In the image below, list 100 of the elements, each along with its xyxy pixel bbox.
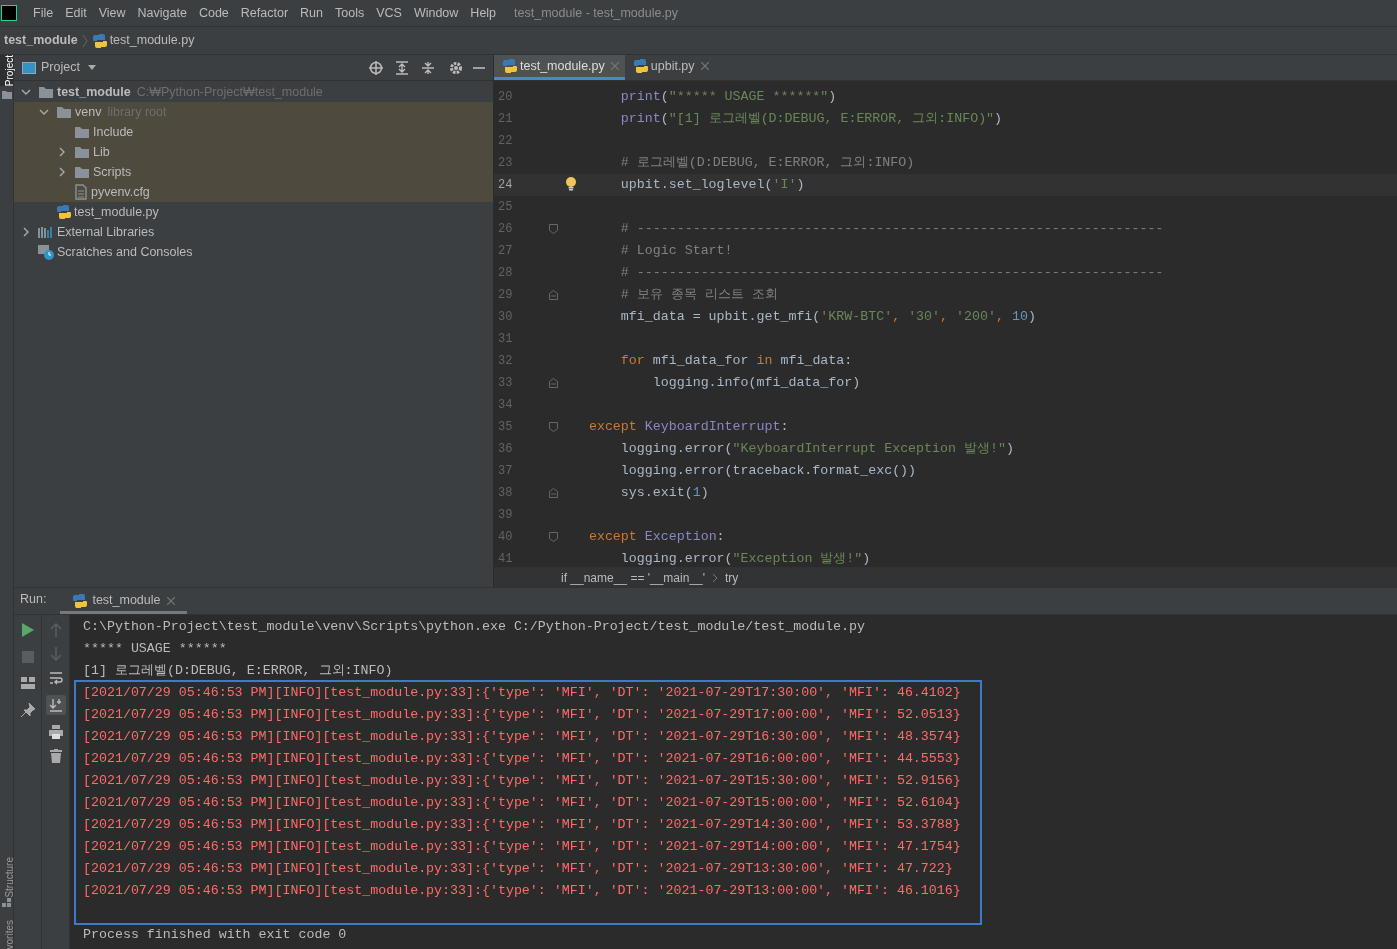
line-number: 27 bbox=[497, 243, 514, 260]
close-icon[interactable] bbox=[700, 62, 709, 70]
folder-icon bbox=[38, 85, 54, 99]
breadcrumb-item[interactable]: try bbox=[725, 568, 739, 587]
console-log-line: [2021/07/29 05:46:53 PM][INFO][test_module.py:33]:{'type': 'MFI', 'DT': '2021-07-29T15:00:00', 'MFI': 52.6104} bbox=[83, 794, 962, 812]
line-number: 30 bbox=[497, 309, 514, 326]
close-icon[interactable] bbox=[166, 596, 175, 605]
fold-marker-icon[interactable] bbox=[548, 378, 558, 388]
line-number: 37 bbox=[497, 463, 514, 480]
menu-item[interactable]: Run bbox=[294, 3, 329, 23]
tree-item[interactable]: Scratches and Consoles bbox=[57, 242, 193, 262]
tool-window-tab[interactable]: Structure bbox=[0, 856, 13, 898]
panel-title: Project bbox=[41, 59, 80, 77]
fold-marker-icon[interactable] bbox=[548, 488, 558, 498]
menu-item[interactable]: Code bbox=[192, 3, 235, 23]
chevron-icon bbox=[711, 572, 720, 583]
tree-item[interactable]: External Libraries bbox=[57, 222, 155, 242]
line-number: 22 bbox=[497, 133, 514, 150]
line-number: 23 bbox=[497, 155, 514, 172]
soft-wrap-icon[interactable] bbox=[48, 671, 63, 685]
line-number: 20 bbox=[497, 89, 514, 106]
line-number: 36 bbox=[497, 441, 514, 458]
tool-window-tab[interactable]: Project bbox=[0, 55, 13, 87]
line-number: 41 bbox=[497, 551, 514, 567]
scratches-icon bbox=[38, 244, 54, 260]
settings-icon[interactable] bbox=[449, 60, 463, 75]
dropdown-caret-icon[interactable] bbox=[87, 64, 96, 71]
menu-item[interactable]: File bbox=[27, 3, 60, 23]
tree-item[interactable]: Lib bbox=[93, 142, 110, 162]
menu-item[interactable]: Tools bbox=[329, 3, 371, 23]
folder-icon bbox=[56, 105, 72, 119]
tree-item[interactable]: venv bbox=[75, 102, 102, 122]
folder-icon bbox=[74, 125, 90, 139]
python-file-icon bbox=[56, 204, 72, 220]
folder-icon bbox=[1, 90, 12, 101]
code-line: logging.error(traceback.format_exc()) bbox=[620, 462, 917, 481]
console-log-line: [2021/07/29 05:46:53 PM][INFO][test_module.py:33]:{'type': 'MFI', 'DT': '2021-07-29T17:30:00', 'MFI': 46.4102} bbox=[83, 684, 962, 702]
panel-title: Run: bbox=[20, 591, 47, 609]
run-icon[interactable] bbox=[21, 623, 34, 637]
console-log-line: [2021/07/29 05:46:53 PM][INFO][test_module.py:33]:{'type': 'MFI', 'DT': '2021-07-29T13:00:00', 'MFI': 46.1016} bbox=[83, 882, 962, 900]
trash-icon[interactable] bbox=[49, 749, 62, 763]
console-log-line: [2021/07/29 05:46:53 PM][INFO][test_module.py:33]:{'type': 'MFI', 'DT': '2021-07-29T15:30:00', 'MFI': 52.9156} bbox=[83, 772, 962, 790]
tree-item[interactable]: test_module bbox=[57, 82, 131, 102]
expand-all-icon[interactable] bbox=[395, 60, 409, 75]
menu-item[interactable]: Edit bbox=[59, 3, 93, 23]
fold-marker-icon[interactable] bbox=[548, 532, 558, 542]
code-line: # 로그레벨(D:DEBUG, E:ERROR, 그외:INFO) bbox=[620, 154, 915, 173]
scroll-to-end-icon[interactable] bbox=[45, 695, 66, 715]
breadcrumb-item[interactable]: if __name__ == '__main__' bbox=[561, 568, 706, 587]
tree-item[interactable]: Scripts bbox=[93, 162, 132, 182]
target-icon[interactable] bbox=[369, 60, 383, 75]
code-line: logging.info(mfi_data_for) bbox=[652, 374, 861, 393]
python-file-icon bbox=[91, 32, 108, 49]
tree-item[interactable]: pyvenv.cfg bbox=[91, 182, 150, 202]
menu-item[interactable]: Help bbox=[464, 3, 503, 23]
line-number: 38 bbox=[497, 485, 514, 502]
line-number: 40 bbox=[497, 529, 514, 546]
menu-item[interactable]: View bbox=[92, 3, 132, 23]
structure-icon bbox=[1, 897, 12, 908]
folder-icon bbox=[74, 145, 90, 159]
layout-icon[interactable] bbox=[20, 677, 35, 689]
console-log-line: [2021/07/29 05:46:53 PM][INFO][test_module.py:33]:{'type': 'MFI', 'DT': '2021-07-29T16:00:00', 'MFI': 44.5553} bbox=[83, 750, 962, 768]
tree-item[interactable]: test_module.py bbox=[74, 202, 159, 222]
fold-marker-icon[interactable] bbox=[548, 290, 558, 300]
code-line: except KeyboardInterrupt: bbox=[588, 418, 789, 437]
line-number: 24 bbox=[497, 177, 514, 194]
console-log-line: [2021/07/29 05:46:53 PM][INFO][test_module.py:33]:{'type': 'MFI', 'DT': '2021-07-29T13:30:00', 'MFI': 47.722} bbox=[83, 860, 954, 878]
fold-marker-icon[interactable] bbox=[548, 224, 558, 234]
menu-item[interactable]: VCS bbox=[370, 3, 408, 23]
libraries-icon bbox=[38, 225, 54, 239]
code-line: print("[1] 로그레벨(D:DEBUG, E:ERROR, 그외:INFO)") bbox=[620, 110, 1003, 129]
line-number: 26 bbox=[497, 221, 514, 238]
editor-tab[interactable]: upbit.py bbox=[624, 55, 715, 80]
menu-item[interactable]: Refactor bbox=[234, 3, 295, 23]
breadcrumb-item[interactable]: test_module.py bbox=[109, 31, 195, 50]
lightbulb-icon[interactable] bbox=[565, 177, 577, 191]
menu-item[interactable]: Navigate bbox=[131, 3, 193, 23]
code-line: upbit.set_loglevel('I') bbox=[620, 176, 805, 195]
breadcrumb-item[interactable]: test_module bbox=[4, 31, 78, 50]
code-line: logging.error("Exception 발생!") bbox=[620, 550, 871, 567]
line-number: 34 bbox=[497, 397, 514, 414]
editor-tab[interactable]: test_module.py bbox=[494, 55, 625, 80]
line-number: 25 bbox=[497, 199, 514, 216]
line-number: 29 bbox=[497, 287, 514, 304]
menu-item[interactable]: Window bbox=[407, 3, 465, 23]
python-file-icon bbox=[502, 58, 518, 74]
app-logo-icon bbox=[1, 5, 17, 21]
project-view-icon bbox=[22, 61, 36, 74]
window-title: test_module - test_module.py bbox=[514, 4, 679, 22]
folder-icon bbox=[74, 165, 90, 179]
pin-icon[interactable] bbox=[20, 703, 35, 717]
code-line: # ------------------------------------------------------------------ bbox=[620, 264, 1164, 283]
fold-marker-icon[interactable] bbox=[548, 422, 558, 432]
line-number: 21 bbox=[497, 111, 514, 128]
print-icon[interactable] bbox=[48, 725, 63, 739]
collapse-all-icon[interactable] bbox=[421, 60, 435, 75]
tree-item[interactable]: Include bbox=[93, 122, 134, 142]
python-file-icon bbox=[632, 58, 649, 74]
line-number: 32 bbox=[497, 353, 514, 370]
tool-window-tab[interactable]: vorites bbox=[0, 919, 13, 949]
